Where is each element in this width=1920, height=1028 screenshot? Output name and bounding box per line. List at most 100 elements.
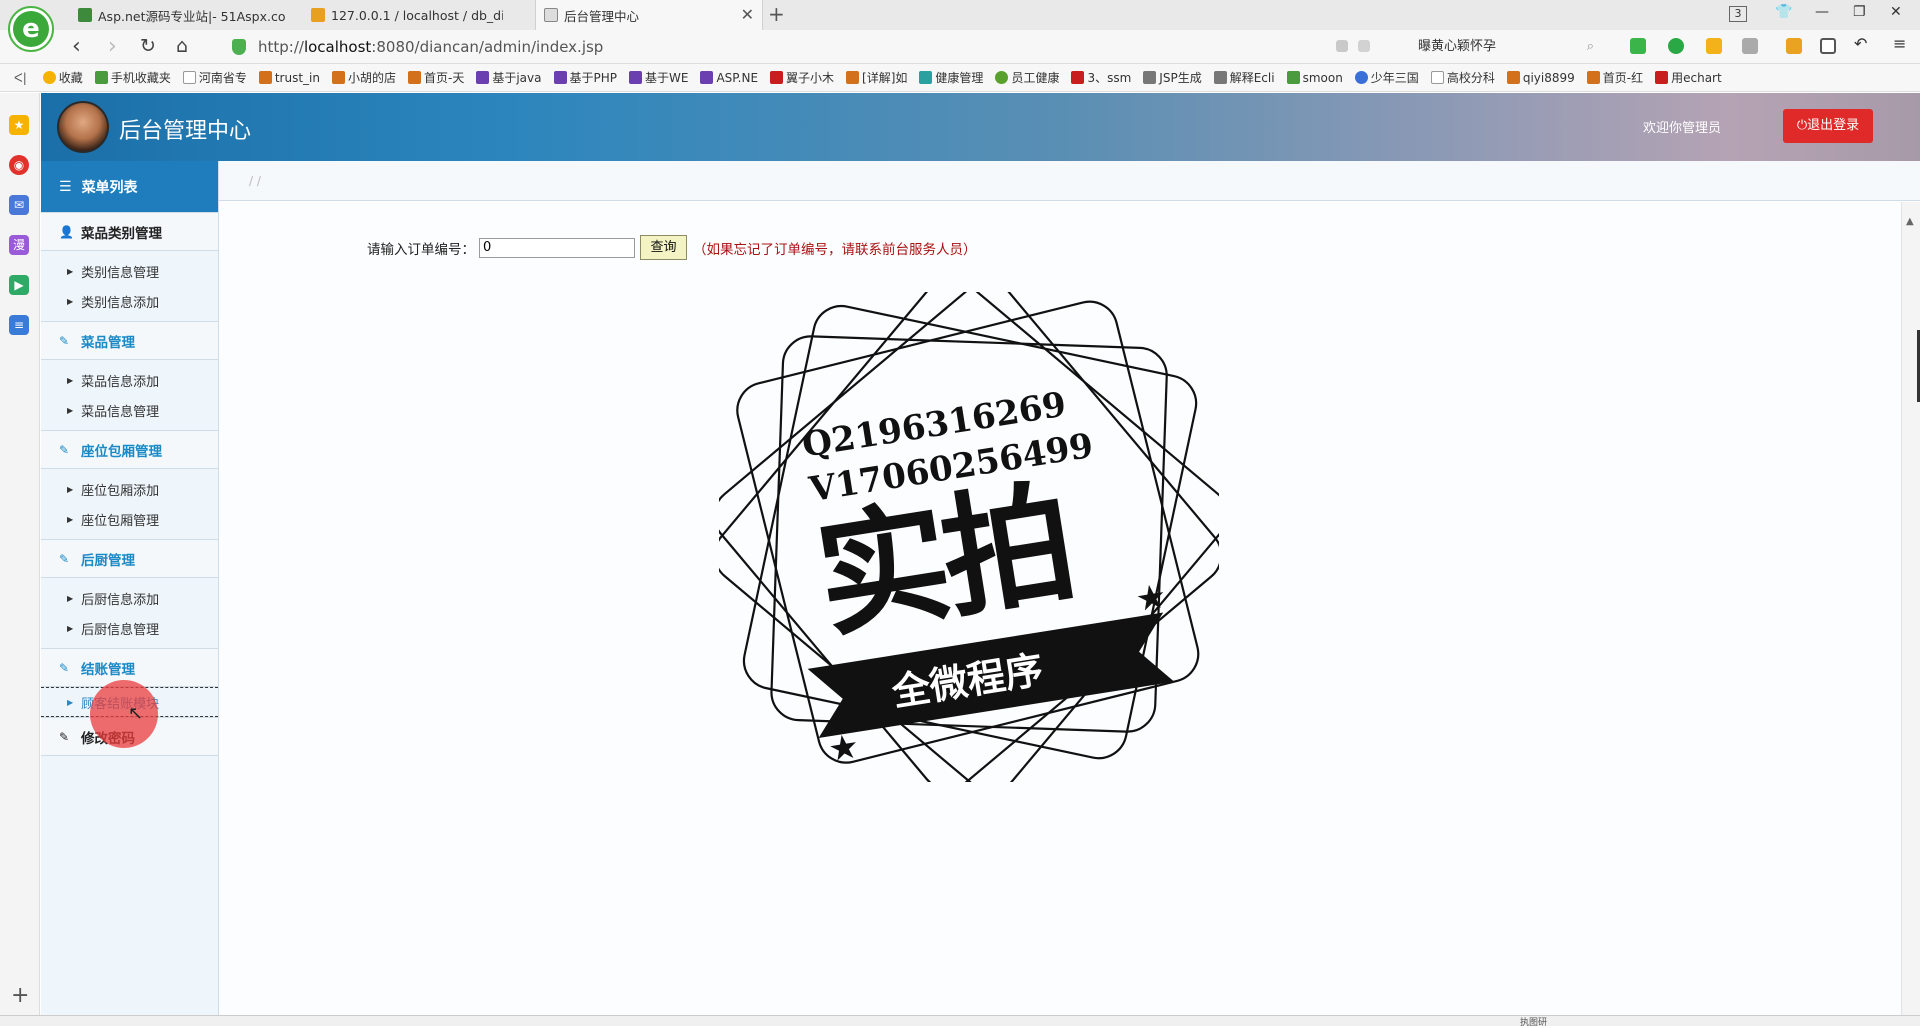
scissors-icon[interactable] (1630, 38, 1646, 54)
browser-tab-admin[interactable]: 后台管理中心 ✕ (535, 0, 763, 30)
sidebar-group-dish-category[interactable]: 👤 菜品类别管理 (41, 212, 218, 251)
grid-icon[interactable] (1336, 40, 1348, 52)
comic-icon[interactable]: 漫 (9, 235, 29, 255)
bookmark-icon (94, 71, 108, 84)
sidebar-item-dish-add[interactable]: ▶ 菜品信息添加 (41, 365, 218, 395)
restore-icon[interactable]: ❐ (1853, 4, 1866, 20)
sidebar-group-dish[interactable]: ✎ 菜品管理 (41, 321, 218, 360)
caret-right-icon: ▶ (67, 484, 74, 494)
pma-favicon-icon (311, 8, 325, 22)
bookmark-label: 收藏 (58, 71, 83, 85)
scroll-up-icon[interactable]: ▲ (1906, 216, 1914, 227)
bookmark-icon (1286, 71, 1300, 84)
bookmark-item[interactable]: 河南省专 (182, 69, 247, 86)
compat-icon[interactable] (1358, 40, 1370, 52)
group-label: 座位包厢管理 (81, 443, 162, 460)
bookmark-item[interactable]: 3、ssm (1071, 69, 1131, 86)
sidebar-group-kitchen[interactable]: ✎ 后厨管理 (41, 539, 218, 578)
bookmark-item[interactable]: 小胡的店 (331, 69, 396, 86)
back-icon[interactable]: ‹ (72, 34, 81, 59)
logout-button[interactable]: ⏻退出登录 (1783, 109, 1873, 143)
bookmark-item[interactable]: ASP.NE (700, 71, 758, 85)
close-tab-icon[interactable]: ✕ (741, 5, 754, 24)
close-window-icon[interactable]: ✕ (1890, 4, 1902, 20)
add-sidebar-icon[interactable]: + (11, 983, 29, 1008)
edit-icon: ✎ (59, 729, 70, 744)
menu-icon[interactable]: ≡ (1893, 34, 1909, 53)
sidebar-group-seating[interactable]: ✎ 座位包厢管理 (41, 430, 218, 469)
translate-icon[interactable] (1668, 38, 1684, 54)
caret-right-icon: ▶ (67, 296, 74, 306)
search-input[interactable]: 曝黄心颖怀孕 ⌕ (1410, 35, 1600, 59)
scrollbar[interactable]: ▲ (1901, 202, 1920, 1015)
list-icon: ☰ (59, 178, 72, 195)
bookmark-item[interactable]: 少年三国 (1354, 69, 1419, 86)
mail-icon[interactable]: ✉ (9, 195, 29, 215)
bookmark-item[interactable]: 解释Ecli (1213, 69, 1275, 86)
bookmarks-collapse-icon[interactable]: ᐸ| (14, 71, 27, 85)
bookmark-item[interactable]: 收藏 (42, 69, 83, 86)
bookmark-item[interactable]: 手机收藏夹 (94, 69, 171, 86)
minimize-icon[interactable]: — (1815, 4, 1829, 20)
bookmark-label: 员工健康 (1011, 71, 1060, 85)
reload-icon[interactable]: ↻ (140, 35, 156, 57)
search-icon[interactable]: ⌕ (1587, 35, 1594, 59)
browser-logo-icon[interactable]: e (8, 6, 54, 52)
browser-tab-51aspx[interactable]: Asp.net源码专业站|- 51Aspx.co (70, 0, 285, 30)
sidebar-item-category-add[interactable]: ▶ 类别信息添加 (41, 286, 218, 316)
bookmark-icon (476, 71, 490, 84)
browser-tab-phpmyadmin[interactable]: 127.0.0.1 / localhost / db_dian (303, 0, 503, 30)
bookmark-label: 基于PHP (569, 71, 618, 85)
favorites-star-icon[interactable]: ★ (9, 115, 29, 135)
video-icon[interactable]: ▶ (9, 275, 29, 295)
sidebar-item-dish-manage[interactable]: ▶ 菜品信息管理 (41, 395, 218, 425)
bookmark-item[interactable]: 基于WE (629, 69, 688, 86)
skin-icon[interactable]: 👕 (1775, 4, 1792, 20)
group-label: 后厨管理 (81, 552, 135, 569)
bookmark-icon (1655, 71, 1669, 84)
sidebar-item-kitchen-manage[interactable]: ▶ 后厨信息管理 (41, 613, 218, 643)
sidebar-item-seat-add[interactable]: ▶ 座位包厢添加 (41, 474, 218, 504)
sidebar-item-category-manage[interactable]: ▶ 类别信息管理 (41, 256, 218, 286)
bookmark-item[interactable]: 健康管理 (919, 69, 983, 86)
undo-icon[interactable]: ↶ (1854, 34, 1870, 53)
caret-right-icon: ▶ (67, 266, 74, 276)
bookmark-item[interactable]: 员工健康 (995, 69, 1059, 86)
bookmark-item[interactable]: 用echart (1655, 69, 1722, 86)
bookmark-item[interactable]: 首页-红 (1586, 69, 1643, 86)
bookmark-item[interactable]: 首页-天 (408, 69, 464, 86)
url-field[interactable]: http://localhost:8080/diancan/admin/inde… (232, 35, 1387, 59)
bookmark-item[interactable]: 基于java (476, 69, 542, 86)
welcome-text: 欢迎你管理员 (1643, 121, 1722, 136)
query-button[interactable]: 查询 (640, 235, 687, 260)
edit-icon: ✎ (59, 660, 70, 675)
bookmark-item[interactable]: 翼子小木 (770, 69, 834, 86)
bookmark-label: 首页-天 (424, 71, 465, 85)
bookmark-icon (700, 71, 714, 84)
bookmark-item[interactable]: 基于PHP (553, 69, 618, 86)
bookmark-item[interactable]: trust_in (258, 71, 320, 85)
apps-icon[interactable] (1786, 38, 1802, 54)
page-icon (182, 71, 196, 84)
sidebar-item-seat-manage[interactable]: ▶ 座位包厢管理 (41, 504, 218, 534)
sidebar-item-kitchen-add[interactable]: ▶ 后厨信息添加 (41, 583, 218, 613)
bookmark-item[interactable]: 高校分科 (1430, 69, 1495, 86)
shield-extension-icon[interactable] (1706, 38, 1722, 54)
tab-favicon-icon (78, 8, 92, 22)
bookmark-item[interactable]: smoon (1286, 71, 1343, 85)
bookmark-icon (770, 71, 784, 84)
weibo-icon[interactable]: ◉ (9, 155, 29, 175)
caret-right-icon: ▶ (67, 375, 74, 385)
new-tab-icon[interactable]: + (768, 2, 785, 26)
notes-icon[interactable]: ≡ (9, 315, 29, 335)
home-icon[interactable]: ⌂ (176, 35, 188, 57)
bookmark-item[interactable]: [详解]如 (846, 69, 907, 86)
tablet-icon[interactable] (1820, 38, 1836, 54)
user-icon: 👤 (59, 224, 74, 239)
bookmark-item[interactable]: JSP生成 (1143, 69, 1202, 86)
bookmark-item[interactable]: qiyi8899 (1506, 71, 1575, 85)
forward-icon[interactable]: › (108, 34, 117, 59)
order-number-input[interactable] (479, 237, 635, 258)
tab-count-badge[interactable]: 3 (1729, 6, 1747, 22)
emoji-icon[interactable] (1742, 38, 1758, 54)
